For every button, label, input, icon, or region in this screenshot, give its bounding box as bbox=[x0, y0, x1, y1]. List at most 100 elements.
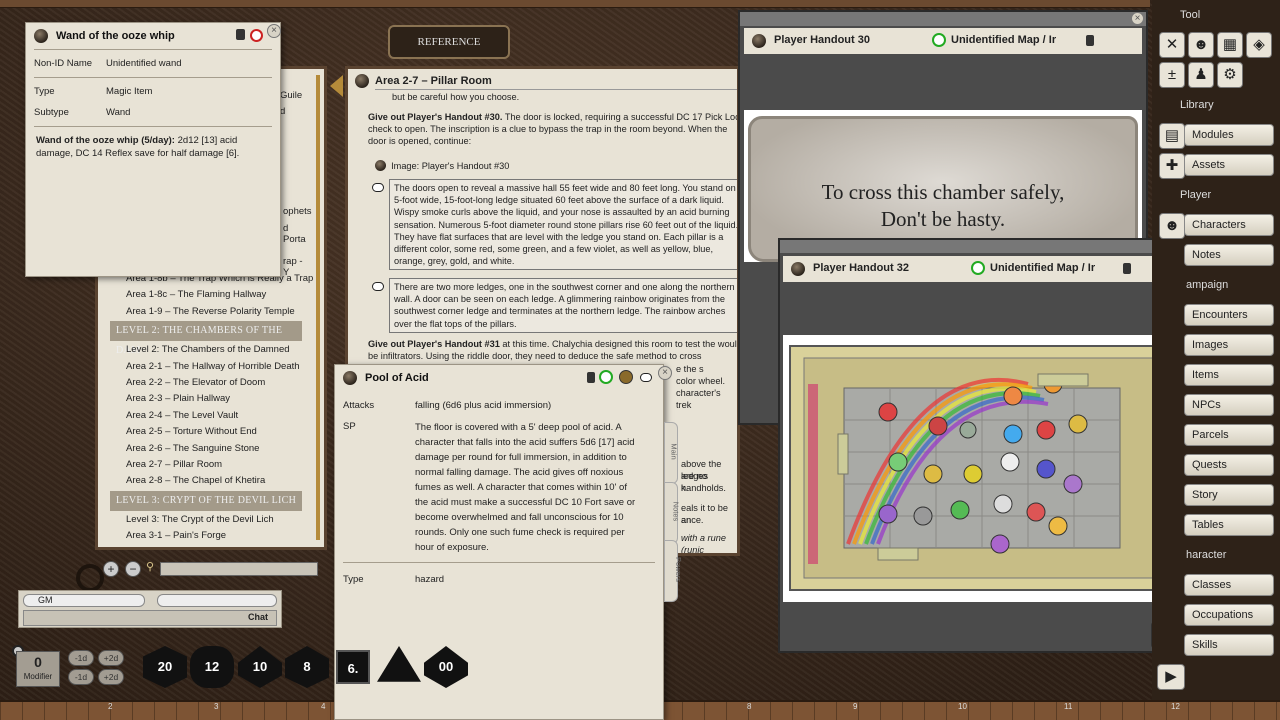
assets-icon[interactable]: ✚ bbox=[1159, 153, 1185, 179]
window-titlebar[interactable]: Wand of the ooze whip bbox=[26, 23, 280, 49]
list-item[interactable]: Area 1-9 – The Reverse Polarity Temple bbox=[96, 304, 316, 320]
speech-bubble-icon[interactable] bbox=[640, 373, 652, 382]
calendar-icon[interactable]: ▦ bbox=[1217, 32, 1243, 58]
sidebar-item-skills[interactable]: Skills bbox=[1184, 634, 1274, 656]
reference-button[interactable]: REFERENCE bbox=[388, 25, 510, 59]
identified-toggle-icon[interactable] bbox=[971, 261, 985, 275]
lock-icon[interactable] bbox=[1123, 263, 1131, 274]
speaker-select[interactable]: GM bbox=[23, 594, 145, 607]
field-value[interactable]: Unidentified wand bbox=[106, 57, 182, 70]
list-item[interactable]: Area 2-4 – The Level Vault bbox=[96, 408, 316, 424]
list-item[interactable]: Area 2-6 – The Sanguine Stone bbox=[96, 441, 316, 457]
characters-icon[interactable]: ☻ bbox=[1159, 213, 1185, 239]
window-titlebar[interactable]: Pool of Acid bbox=[335, 365, 663, 391]
modifier-box[interactable]: 0 Modifier bbox=[16, 651, 60, 687]
sidebar-item-assets[interactable]: Assets bbox=[1184, 154, 1274, 176]
sidebar-item-parcels[interactable]: Parcels bbox=[1184, 424, 1274, 446]
list-item[interactable]: d Porta bbox=[283, 223, 306, 245]
remove-story-button[interactable]: − bbox=[125, 561, 141, 577]
combat-tracker-icon[interactable]: ✕ bbox=[1159, 32, 1185, 58]
minus-die-button[interactable]: -1d bbox=[68, 650, 94, 666]
tab-main[interactable]: Main bbox=[664, 422, 679, 484]
list-item[interactable]: Area 2-7 – Pillar Room bbox=[96, 457, 316, 473]
sidebar-item-occupations[interactable]: Occupations bbox=[1184, 604, 1274, 626]
identified-toggle-icon[interactable] bbox=[599, 370, 613, 384]
add-story-button[interactable]: + bbox=[103, 561, 119, 577]
language-select[interactable] bbox=[157, 594, 277, 607]
list-item[interactable]: Level 2: The Chambers of the Damned bbox=[96, 342, 316, 358]
level-header[interactable]: LEVEL 2: THE CHAMBERS OF THE DAM bbox=[110, 321, 302, 356]
lock-icon[interactable] bbox=[236, 29, 245, 40]
field-value[interactable]: The floor is covered with a 5' deep pool… bbox=[415, 420, 637, 555]
party-sheet-icon[interactable]: ☻ bbox=[1188, 32, 1214, 58]
sidebar-item-classes[interactable]: Classes bbox=[1184, 574, 1274, 596]
tab-notes[interactable]: Notes bbox=[664, 482, 680, 544]
sidebar-item-npcs[interactable]: NPCs bbox=[1184, 394, 1274, 416]
list-item[interactable]: Area 2-8 – The Chapel of Khetira bbox=[96, 473, 316, 489]
sidebar-item-tables[interactable]: Tables bbox=[1184, 514, 1274, 536]
list-item[interactable]: Area 2-1 – The Hallway of Horrible Death bbox=[96, 359, 316, 375]
story-filter-input[interactable] bbox=[160, 562, 318, 576]
plus-die-button[interactable]: +2d bbox=[98, 669, 124, 685]
lock-icon[interactable] bbox=[1086, 35, 1094, 46]
effects-icon[interactable]: ♟ bbox=[1188, 62, 1214, 88]
sidebar-item-characters[interactable]: Characters bbox=[1184, 214, 1274, 236]
story-prev-arrow[interactable] bbox=[330, 75, 343, 97]
close-icon[interactable]: × bbox=[658, 366, 672, 380]
d12-die[interactable]: 12 bbox=[190, 646, 234, 688]
d20-die[interactable]: 20 bbox=[143, 646, 187, 688]
lock-icon[interactable] bbox=[587, 372, 595, 383]
sidebar-header-character[interactable]: haracter bbox=[1156, 543, 1274, 567]
sidebar-header-tool[interactable]: Tool bbox=[1156, 3, 1274, 27]
sidebar-item-images[interactable]: Images bbox=[1184, 334, 1274, 356]
story-list-scrollbar[interactable] bbox=[316, 75, 320, 540]
sidebar-header-library[interactable]: Library bbox=[1156, 93, 1274, 117]
field-value[interactable]: Wand bbox=[106, 106, 130, 119]
ruler-num: 9 bbox=[853, 702, 858, 711]
minus-die-button[interactable]: -1d bbox=[68, 669, 94, 685]
play-icon[interactable]: ▶ bbox=[1157, 664, 1185, 690]
image-link[interactable]: Image: Player's Handout #30 bbox=[375, 158, 509, 172]
p-toggle-icon[interactable] bbox=[619, 370, 633, 384]
sidebar-item-encounters[interactable]: Encounters bbox=[1184, 304, 1274, 326]
d8-die[interactable]: 8 bbox=[285, 646, 329, 688]
sidebar-item-modules[interactable]: Modules bbox=[1184, 124, 1274, 146]
sidebar-item-story[interactable]: Story bbox=[1184, 484, 1274, 506]
close-icon[interactable]: × bbox=[1131, 12, 1144, 25]
list-item[interactable]: Area 3-1 – Pain's Forge bbox=[96, 528, 316, 544]
list-item[interactable]: Area 2-3 – Plain Hallway bbox=[96, 391, 316, 407]
close-icon[interactable]: × bbox=[267, 24, 281, 38]
description[interactable]: Wand of the ooze whip (5/day): 2d12 [13]… bbox=[26, 130, 266, 164]
window-titlebar[interactable]: Player Handout 30 Unidentified Map / Ir bbox=[744, 28, 1142, 54]
field-value[interactable]: Magic Item bbox=[106, 85, 152, 98]
dice-options-icon[interactable]: ◈ bbox=[1246, 32, 1272, 58]
list-item[interactable]: Level 3: The Crypt of the Devil Lich bbox=[96, 512, 316, 528]
sidebar-item-items[interactable]: Items bbox=[1184, 364, 1274, 386]
chat-input[interactable] bbox=[23, 610, 277, 626]
modules-icon[interactable]: ▤ bbox=[1159, 123, 1185, 149]
sidebar-item-quests[interactable]: Quests bbox=[1184, 454, 1274, 476]
options-gear-icon[interactable]: ⚙ bbox=[1217, 62, 1243, 88]
field-row: Type hazard bbox=[335, 569, 663, 590]
list-item[interactable]: Guile bbox=[280, 90, 302, 101]
d6-die[interactable]: 6. bbox=[336, 650, 370, 684]
identified-toggle-icon[interactable] bbox=[250, 29, 263, 42]
level-header[interactable]: LEVEL 3: CRYPT OF THE DEVIL LICH bbox=[110, 490, 302, 511]
plus-die-button[interactable]: +2d bbox=[98, 650, 124, 666]
list-item[interactable]: Area 1-8c – The Flaming Hallway bbox=[96, 287, 316, 303]
sidebar-header-campaign[interactable]: ampaign bbox=[1156, 273, 1274, 297]
list-item[interactable]: Area 2-5 – Torture Without End bbox=[96, 424, 316, 440]
sidebar-item-notes[interactable]: Notes bbox=[1184, 244, 1274, 266]
list-item[interactable]: Area 2-2 – The Elevator of Doom bbox=[96, 375, 316, 391]
chat-button[interactable]: Chat bbox=[248, 612, 268, 622]
identified-toggle-icon[interactable] bbox=[932, 33, 946, 47]
modifiers-icon[interactable]: ± bbox=[1159, 62, 1185, 88]
field-value[interactable]: hazard bbox=[415, 573, 444, 586]
field-value[interactable]: falling (6d6 plus acid immersion) bbox=[415, 399, 551, 412]
tab-powers[interactable]: Powers bbox=[664, 540, 683, 602]
d10-die[interactable]: 10 bbox=[238, 646, 282, 688]
window-titlebar[interactable]: Player Handout 32 Unidentified Map / Ir bbox=[783, 256, 1181, 282]
story-list: Area 1-8b – The Trap Which is Really a T… bbox=[96, 271, 316, 544]
sidebar-header-player[interactable]: Player bbox=[1156, 183, 1274, 207]
list-item[interactable]: ophets bbox=[283, 206, 312, 217]
